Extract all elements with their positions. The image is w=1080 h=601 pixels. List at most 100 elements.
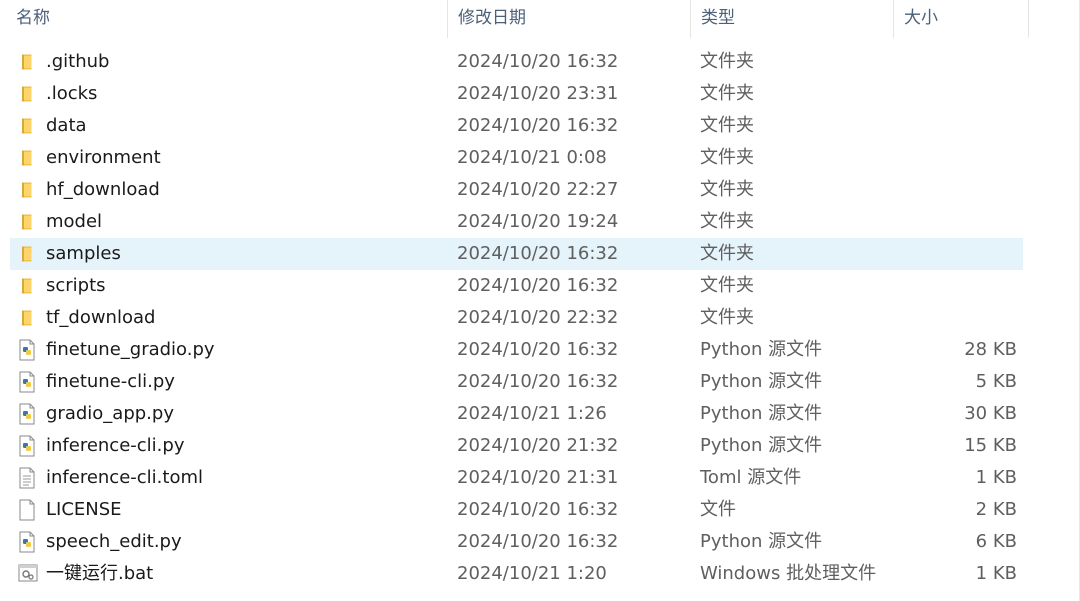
file-row[interactable]: scripts 2024/10/20 16:32 文件夹 <box>10 270 1023 302</box>
column-header-bar: 名称 ^ 修改日期 类型 大小 <box>0 0 1080 38</box>
file-date: 2024/10/20 16:32 <box>457 275 619 296</box>
file-size: 1 KB <box>975 467 1017 488</box>
file-date: 2024/10/20 21:31 <box>457 467 619 488</box>
file-type: 文件夹 <box>700 307 754 328</box>
file-type: 文件 <box>700 499 736 520</box>
file-row[interactable]: environment 2024/10/21 0:08 文件夹 <box>10 142 1023 174</box>
column-header-type-label: 类型 <box>701 8 735 28</box>
column-header-size-label: 大小 <box>904 8 938 28</box>
file-date: 2024/10/20 21:32 <box>457 435 619 456</box>
file-type: Python 源文件 <box>700 531 823 552</box>
file-row[interactable]: samples 2024/10/20 16:32 文件夹 <box>10 238 1023 270</box>
file-size: 6 KB <box>975 531 1017 552</box>
file-row[interactable]: model 2024/10/20 19:24 文件夹 <box>10 206 1023 238</box>
file-date: 2024/10/20 16:32 <box>457 339 619 360</box>
file-name: gradio_app.py <box>46 403 174 424</box>
file-date: 2024/10/20 22:27 <box>457 179 619 200</box>
text-file-icon <box>18 467 36 489</box>
file-row[interactable]: .github 2024/10/20 16:32 文件夹 <box>10 46 1023 78</box>
folder-icon <box>18 277 36 295</box>
file-name: inference-cli.py <box>46 435 185 456</box>
file-row[interactable]: finetune_gradio.py 2024/10/20 16:32 Python… <box>10 334 1023 366</box>
folder-icon <box>18 213 36 231</box>
file-type: Python 源文件 <box>700 371 823 392</box>
python-file-icon <box>18 531 36 553</box>
folder-icon <box>18 117 36 135</box>
file-name: data <box>46 115 87 136</box>
file-name: tf_download <box>46 307 156 328</box>
file-row[interactable]: inference-cli.py 2024/10/20 21:32 Python 源… <box>10 430 1023 462</box>
file-size: 28 KB <box>964 339 1017 360</box>
column-header-size[interactable]: 大小 <box>894 0 1029 38</box>
file-name: finetune-cli.py <box>46 371 175 392</box>
file-explorer: 名称 ^ 修改日期 类型 大小 .github 2024/10/20 16:32 文… <box>0 0 1080 601</box>
file-type: Toml 源文件 <box>700 467 802 488</box>
folder-icon <box>18 149 36 167</box>
file-size: 5 KB <box>975 371 1017 392</box>
file-date: 2024/10/20 19:24 <box>457 211 619 232</box>
file-row[interactable]: data 2024/10/20 16:32 文件夹 <box>10 110 1023 142</box>
file-name: LICENSE <box>46 499 122 520</box>
file-name: .locks <box>46 83 98 104</box>
file-type: 文件夹 <box>700 115 754 136</box>
file-name: finetune_gradio.py <box>46 339 215 360</box>
file-date: 2024/10/20 22:32 <box>457 307 619 328</box>
file-size: 2 KB <box>975 499 1017 520</box>
file-name: hf_download <box>46 179 160 200</box>
file-date: 2024/10/20 23:31 <box>457 83 619 104</box>
file-row[interactable]: inference-cli.toml 2024/10/20 21:31 Toml 源… <box>10 462 1023 494</box>
file-row[interactable]: finetune-cli.py 2024/10/20 16:32 Python 源文… <box>10 366 1023 398</box>
folder-icon <box>18 85 36 103</box>
file-date: 2024/10/20 16:32 <box>457 531 619 552</box>
file-type: 文件夹 <box>700 243 754 264</box>
folder-icon <box>18 245 36 263</box>
file-row[interactable]: tf_download 2024/10/20 22:32 文件夹 <box>10 302 1023 334</box>
file-name: inference-cli.toml <box>46 467 203 488</box>
blank-file-icon <box>18 499 36 521</box>
python-file-icon <box>18 435 36 457</box>
column-header-name-label: 名称 <box>16 8 50 28</box>
file-type: 文件夹 <box>700 147 754 168</box>
file-size: 1 KB <box>975 563 1017 584</box>
file-name: model <box>46 211 103 232</box>
file-row[interactable]: gradio_app.py 2024/10/21 1:26 Python 源文件 30… <box>10 398 1023 430</box>
file-name: scripts <box>46 275 106 296</box>
column-header-type[interactable]: 类型 <box>691 0 894 38</box>
python-file-icon <box>18 339 36 361</box>
file-type: Python 源文件 <box>700 339 823 360</box>
folder-icon <box>18 309 36 327</box>
column-header-date[interactable]: 修改日期 <box>448 0 691 38</box>
file-name: .github <box>46 51 110 72</box>
file-date: 2024/10/21 1:20 <box>457 563 607 584</box>
file-type: 文件夹 <box>700 179 754 200</box>
file-row[interactable]: .locks 2024/10/20 23:31 文件夹 <box>10 78 1023 110</box>
file-date: 2024/10/20 16:32 <box>457 371 619 392</box>
python-file-icon <box>18 371 36 393</box>
file-date: 2024/10/20 16:32 <box>457 115 619 136</box>
file-date: 2024/10/21 0:08 <box>457 147 607 168</box>
file-size: 30 KB <box>964 403 1017 424</box>
file-type: Python 源文件 <box>700 435 823 456</box>
folder-icon <box>18 53 36 71</box>
column-header-name[interactable]: 名称 ^ <box>6 0 448 38</box>
python-file-icon <box>18 403 36 425</box>
file-type: Python 源文件 <box>700 403 823 424</box>
column-header-date-label: 修改日期 <box>458 8 526 28</box>
file-row[interactable]: speech_edit.py 2024/10/20 16:32 Python 源文件… <box>10 526 1023 558</box>
file-row[interactable]: LICENSE 2024/10/20 16:32 文件 2 KB <box>10 494 1023 526</box>
file-name: speech_edit.py <box>46 531 182 552</box>
file-type: Windows 批处理文件 <box>700 563 877 584</box>
file-name: 一键运行.bat <box>46 563 154 584</box>
batch-file-icon <box>18 563 38 585</box>
file-date: 2024/10/20 16:32 <box>457 51 619 72</box>
file-type: 文件夹 <box>700 51 754 72</box>
file-type: 文件夹 <box>700 275 754 296</box>
file-date: 2024/10/20 16:32 <box>457 499 619 520</box>
file-row[interactable]: 一键运行.bat 2024/10/21 1:20 Windows 批处理文件 1 KB <box>10 558 1023 590</box>
file-row[interactable]: hf_download 2024/10/20 22:27 文件夹 <box>10 174 1023 206</box>
file-size: 15 KB <box>964 435 1017 456</box>
folder-icon <box>18 181 36 199</box>
file-date: 2024/10/21 1:26 <box>457 403 607 424</box>
file-date: 2024/10/20 16:32 <box>457 243 619 264</box>
sort-ascending-icon: ^ <box>225 0 239 4</box>
